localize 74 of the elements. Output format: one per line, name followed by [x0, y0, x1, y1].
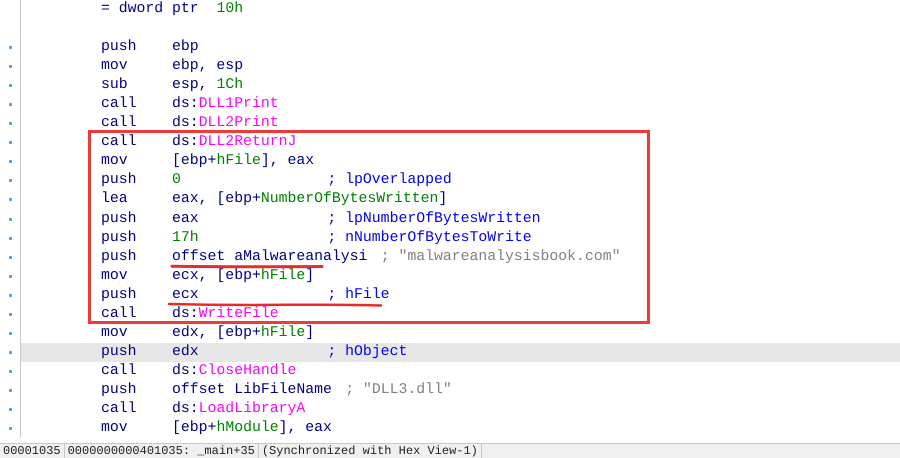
- operand: offset LibFileName: [172, 382, 332, 398]
- comment: ; hFile: [327, 288, 390, 303]
- operand: ebp, esp: [172, 59, 244, 74]
- mnemonic: mov: [101, 154, 129, 170]
- operand: ds:CloseHandle: [172, 364, 298, 379]
- mnemonic: mov: [101, 268, 129, 284]
- mnemonic: push: [101, 250, 138, 265]
- status-text: 0000000000401035: _main+35: [64, 444, 259, 458]
- operand: ecx, [ebp+hFile]: [172, 268, 314, 284]
- mnemonic: push: [101, 40, 138, 56]
- code-line[interactable]: push ecx ; hFile: [0, 286, 900, 305]
- mnemonic: push: [101, 212, 138, 227]
- mnemonic: push: [101, 173, 138, 188]
- operand: edx: [172, 344, 200, 360]
- comment: ; "malwareanalysisbook.com": [380, 250, 620, 265]
- code-line[interactable]: mov [ebp+hFile], eax: [0, 152, 900, 172]
- code-line[interactable]: lea eax, [ebp+NumberOfBytesWritten]: [0, 190, 900, 210]
- operand: ds:LoadLibraryA: [172, 402, 306, 417]
- status-text: 00001035: [0, 444, 65, 458]
- code-line[interactable]: push ebp: [0, 38, 900, 58]
- operand: 17h: [172, 230, 200, 246]
- mnemonic: call: [101, 97, 138, 112]
- code-line[interactable]: push 0 ; lpOverlapped: [0, 171, 900, 190]
- operand: ds:DLL1Print: [172, 97, 280, 112]
- code-line[interactable]: push offset LibFileName ; "DLL3.dll": [0, 380, 900, 400]
- code-line[interactable]: sub esp, 1Ch: [0, 76, 900, 96]
- code-line[interactable]: call ds:DLL2ReturnJ: [0, 133, 900, 152]
- comment: ; nNumberOfBytesToWrite: [327, 230, 532, 246]
- code-line[interactable]: call ds:DLL1Print: [0, 95, 900, 114]
- operand: edx, [ebp+hFile]: [172, 326, 314, 341]
- stack-variable-directive: = dword ptr 10h: [101, 2, 244, 18]
- code-line[interactable]: mov ecx, [ebp+hFile]: [0, 266, 900, 286]
- comment: ; lpNumberOfBytesWritten: [327, 212, 541, 227]
- code-line[interactable]: mov [ebp+hModule], eax: [0, 419, 900, 438]
- operand: ds:DLL2ReturnJ: [172, 135, 298, 150]
- operand: offset aMalwareanalysi: [172, 250, 368, 265]
- code-line[interactable]: push 17h ; nNumberOfBytesToWrite: [0, 228, 900, 248]
- mnemonic: push: [101, 288, 138, 303]
- comment: ; hObject: [327, 344, 408, 360]
- status-text: (Synchronized with Hex View-1): [258, 444, 482, 458]
- operand: esp, 1Ch: [172, 78, 244, 94]
- operand: [ebp+hFile], eax: [172, 154, 314, 170]
- code-line[interactable]: call ds:WriteFile: [0, 304, 900, 324]
- mnemonic: sub: [101, 78, 129, 94]
- code-line[interactable]: call ds:CloseHandle: [0, 362, 900, 381]
- operand: ecx: [172, 288, 200, 303]
- mnemonic: push: [101, 382, 138, 398]
- mnemonic: call: [101, 364, 138, 379]
- operand: ds:WriteFile: [172, 306, 280, 322]
- mnemonic: push: [101, 344, 138, 360]
- code-line[interactable]: push eax ; lpNumberOfBytesWritten: [0, 210, 900, 229]
- mnemonic: call: [101, 306, 138, 322]
- operand: [ebp+hModule], eax: [172, 421, 332, 436]
- comment: ; lpOverlapped: [327, 173, 452, 188]
- mnemonic: mov: [101, 326, 129, 341]
- operand: ds:DLL2Print: [172, 116, 280, 132]
- operand: eax: [172, 212, 200, 227]
- code-line[interactable]: push offset aMalwareanalysi ; "malwareanalysisbook.com": [0, 248, 900, 267]
- mnemonic: mov: [101, 59, 129, 74]
- mnemonic: call: [101, 402, 138, 417]
- mnemonic: call: [101, 116, 138, 132]
- mnemonic: call: [101, 135, 138, 150]
- code-line[interactable]: mov ebp, esp: [0, 57, 900, 76]
- operand: 0: [172, 173, 182, 188]
- mnemonic: push: [101, 230, 138, 246]
- operand: eax, [ebp+NumberOfBytesWritten]: [172, 192, 448, 208]
- code-line[interactable]: call ds:DLL2Print: [0, 114, 900, 134]
- code-line[interactable]: call ds:LoadLibraryA: [0, 400, 900, 420]
- comment: ; "DLL3.dll": [345, 382, 452, 398]
- mnemonic: lea: [101, 192, 129, 208]
- code-line[interactable]: = dword ptr 10h: [0, 0, 900, 20]
- mnemonic: mov: [101, 421, 129, 436]
- code-line[interactable]: mov edx, [ebp+hFile]: [0, 324, 900, 343]
- operand: ebp: [172, 40, 200, 56]
